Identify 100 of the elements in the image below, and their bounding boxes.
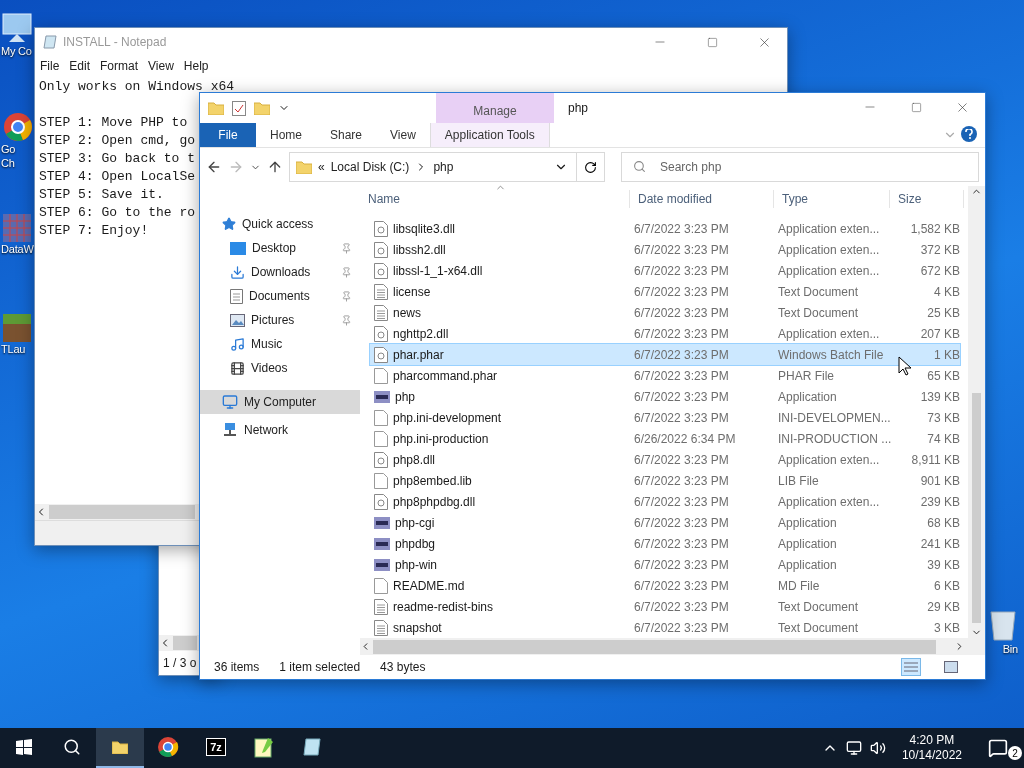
nav-item[interactable]: Downloads	[200, 260, 360, 284]
menu-item[interactable]: Help	[180, 57, 216, 75]
file-row[interactable]: php 6/7/2022 3:23 PM Application 139 KB	[370, 386, 960, 407]
help-icon[interactable]	[961, 126, 977, 142]
gear-file-icon	[374, 451, 388, 468]
gear-file-icon	[374, 346, 388, 363]
nav-item[interactable]: Quick access	[200, 212, 360, 236]
file-row[interactable]: README.md 6/7/2022 3:23 PM MD File 6 KB	[370, 575, 960, 596]
pin-icon	[341, 266, 352, 278]
nav-item[interactable]: Documents	[200, 284, 360, 308]
column-header[interactable]: Size	[890, 190, 964, 208]
blank-file-icon	[374, 409, 388, 426]
type-cell-text: Text Document	[777, 305, 860, 320]
file-name: libsqlite3.dll	[393, 221, 456, 236]
refresh-button[interactable]	[577, 152, 605, 182]
file-name: readme-redist-bins	[393, 599, 494, 614]
menu-item[interactable]: Format	[97, 57, 146, 75]
desktop-icon-label: TLau	[1, 342, 26, 356]
ribbon-tab[interactable]: Share	[316, 123, 377, 147]
file-row[interactable]: php.ini-development 6/7/2022 3:23 PM INI-DEVELOPMEN... 73 KB	[370, 407, 960, 428]
file-row[interactable]: phar.phar 6/7/2022 3:23 PM Windows Batch File 1 KB	[370, 344, 960, 365]
scrollbar-thumb[interactable]	[173, 636, 197, 650]
scrollbar-thumb[interactable]	[972, 393, 981, 623]
file-row[interactable]: news 6/7/2022 3:23 PM Text Document 25 KB	[370, 302, 960, 323]
size-cell-text: 1,582 KB	[909, 221, 960, 236]
scrollbar-thumb[interactable]	[49, 505, 195, 519]
pattern-icon	[3, 214, 31, 242]
tiles-view-button[interactable]	[941, 658, 961, 676]
file-name: libssl-1_1-x64.dll	[393, 263, 483, 278]
file-name: phpdbg	[395, 536, 436, 551]
file-row[interactable]: php8phpdbg.dll 6/7/2022 3:23 PM Application exten... 239 KB	[370, 491, 960, 512]
column-header[interactable]: Type	[774, 190, 890, 208]
back-button[interactable]	[206, 159, 222, 175]
nav-item[interactable]: Music	[200, 332, 360, 356]
date-cell-text: 6/7/2022 3:23 PM	[633, 326, 730, 341]
clock[interactable]: 4:20 PM 10/14/2022	[893, 733, 970, 763]
desktop-icon-label: DataW	[1, 242, 34, 256]
taskbar-app[interactable]: 7z	[192, 728, 240, 768]
file-row[interactable]: libsqlite3.dll 6/7/2022 3:23 PM Application exten... 1,582 KB	[370, 218, 960, 239]
scrollbar-thumb[interactable]	[373, 639, 936, 654]
desktop-icon-label: My Co	[1, 44, 32, 58]
date-cell-text: 6/7/2022 3:23 PM	[633, 221, 730, 236]
search-field[interactable]: Search php	[621, 152, 979, 182]
file-row[interactable]: php-win 6/7/2022 3:23 PM Application 39 KB	[370, 554, 960, 575]
size-cell-text: 29 KB	[926, 599, 960, 614]
nav-item[interactable]: Network	[200, 418, 360, 442]
file-row[interactable]: libssh2.dll 6/7/2022 3:23 PM Application exten... 372 KB	[370, 239, 960, 260]
up-button[interactable]	[267, 159, 283, 175]
ribbon-tab[interactable]: Application Tools	[429, 123, 550, 147]
text-file-icon	[374, 283, 388, 300]
file-row[interactable]: readme-redist-bins 6/7/2022 3:23 PM Text Document 29 KB	[370, 596, 960, 617]
breadcrumb[interactable]: Local Disk (C:)	[330, 160, 410, 174]
file-row[interactable]: nghttp2.dll 6/7/2022 3:23 PM Application exten... 207 KB	[370, 323, 960, 344]
menu-item[interactable]: View	[145, 57, 181, 75]
blank-file-icon	[374, 577, 388, 594]
file-row[interactable]: libssl-1_1-x64.dll 6/7/2022 3:23 PM Application exten... 672 KB	[370, 260, 960, 281]
grass-block-icon	[3, 314, 31, 342]
size-cell-text: 139 KB	[919, 389, 960, 404]
properties-icon[interactable]	[232, 100, 246, 116]
nav-item[interactable]: Desktop	[200, 236, 360, 260]
text-line: STEP 5: Save it.	[39, 186, 164, 204]
volume-icon[interactable]	[869, 740, 886, 756]
file-row[interactable]: phpdbg 6/7/2022 3:23 PM Application 241 KB	[370, 533, 960, 554]
network-icon[interactable]	[845, 740, 862, 756]
search-icon	[63, 738, 81, 756]
status-text: 43 bytes	[380, 660, 426, 674]
text-line: STEP 6: Go to the ro	[39, 204, 196, 222]
nav-item[interactable]: Pictures	[200, 308, 360, 332]
gear-file-icon	[374, 241, 388, 258]
file-row[interactable]: pharcommand.phar 6/7/2022 3:23 PM PHAR File 65 KB	[370, 365, 960, 386]
window-title: INSTALL - Notepad	[63, 35, 167, 49]
notepad-icon	[43, 35, 57, 49]
file-name: snapshot	[393, 620, 442, 635]
file-name: php.ini-production	[393, 431, 489, 446]
column-header[interactable]: Name	[360, 190, 630, 208]
ribbon-tab[interactable]: Home	[256, 123, 316, 147]
menu-item[interactable]: Edit	[66, 57, 98, 75]
file-row[interactable]: php.ini-production 6/26/2022 6:34 PM INI-PRODUCTION ... 74 KB	[370, 428, 960, 449]
new-folder-icon	[254, 101, 270, 115]
file-row[interactable]: php-cgi 6/7/2022 3:23 PM Application 68 KB	[370, 512, 960, 533]
breadcrumb[interactable]: php	[433, 160, 454, 174]
nav-item[interactable]: Videos	[200, 356, 360, 380]
window-title: php	[567, 100, 590, 117]
type-cell-text: Text Document	[777, 284, 860, 299]
ribbon-tab[interactable]: File	[200, 123, 256, 147]
ribbon-tab[interactable]: View	[376, 123, 430, 147]
menu-item[interactable]: File	[37, 57, 67, 75]
taskbar-app[interactable]	[96, 728, 144, 768]
file-row[interactable]: php8.dll 6/7/2022 3:23 PM Application exten... 8,911 KB	[370, 449, 960, 470]
column-header[interactable]: Date modified	[630, 190, 774, 208]
address-bar[interactable]: « Local Disk (C:) php	[289, 152, 577, 182]
file-row[interactable]: php8embed.lib 6/7/2022 3:23 PM LIB File 901 KB	[370, 470, 960, 491]
breadcrumb-overflow[interactable]: «	[318, 160, 325, 174]
status-text: 36 items	[214, 660, 260, 674]
desktop-icon-label: Go	[1, 142, 16, 156]
date-cell-text: 6/7/2022 3:23 PM	[633, 410, 730, 425]
folder-icon	[296, 160, 312, 174]
nav-item[interactable]: My Computer	[200, 390, 360, 414]
file-row[interactable]: snapshot 6/7/2022 3:23 PM Text Document 3 KB	[370, 617, 960, 638]
file-row[interactable]: license 6/7/2022 3:23 PM Text Document 4 KB	[370, 281, 960, 302]
